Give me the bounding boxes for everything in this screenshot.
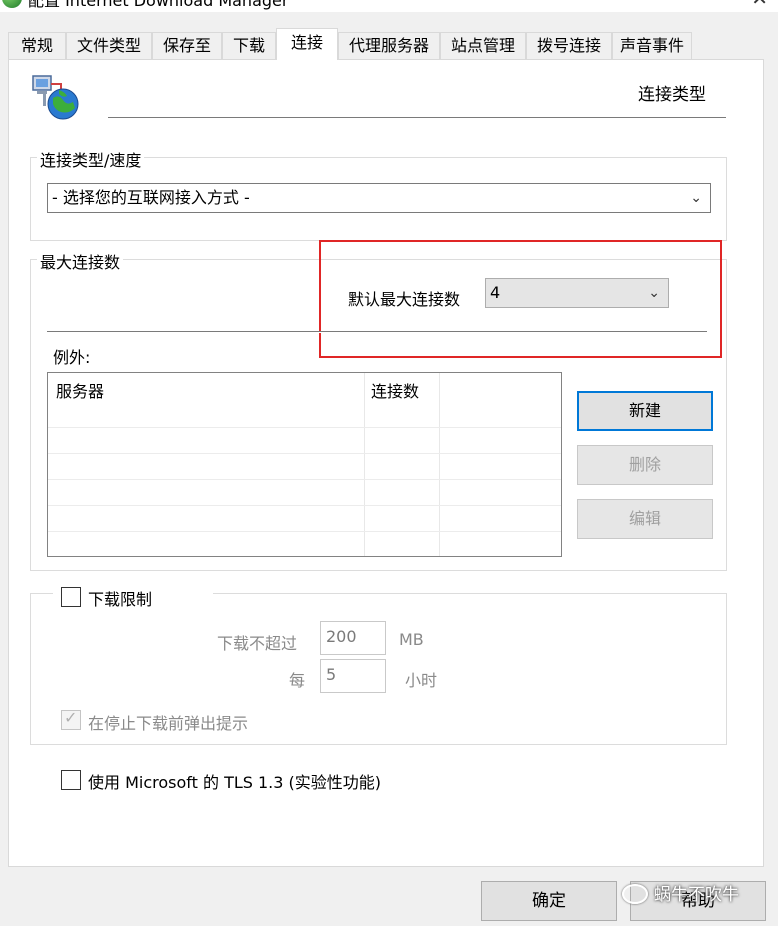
close-icon[interactable]: ✕ [751,0,768,10]
prompt-before-stop-checkbox[interactable]: ✓ [61,708,81,730]
list-grid-line [48,531,561,532]
exceptions-label: 例外: [53,348,91,367]
checkmark-icon: ✓ [64,708,78,727]
per-label: 每 [289,671,306,690]
tls13-checkbox[interactable] [61,770,81,790]
tab-site-management[interactable]: 站点管理 [440,32,526,60]
watermark-text: 蜗牛不吹牛 [654,885,739,905]
network-globe-icon [32,75,79,120]
list-grid-line [48,479,561,480]
title-bar: 配置 Internet Download Manager ✕ [0,0,778,12]
new-button[interactable]: 新建 [577,391,713,431]
tab-proxy[interactable]: 代理服务器 [338,32,440,60]
download-limit-checkbox[interactable] [61,587,81,607]
list-grid-line [48,453,561,454]
max-connections-group-label: 最大连接数 [37,249,124,273]
connection-type-group-label: 连接类型/速度 [37,147,145,171]
tab-general[interactable]: 常规 [8,32,66,60]
download-limit-label: 下载限制 [88,590,153,609]
config-dialog: 配置 Internet Download Manager ✕ 常规 文件类型 保… [0,0,778,926]
tls13-label: 使用 Microsoft 的 TLS 1.3 (实验性功能) [88,773,382,792]
delete-button[interactable]: 删除 [577,445,713,485]
window-title: 配置 Internet Download Manager [28,0,289,10]
connection-type-value: - 选择您的互联网接入方式 - [52,188,250,207]
prompt-before-stop-label: 在停止下载前弹出提示 [88,714,249,733]
list-grid-line [48,427,561,428]
chevron-down-icon: ⌄ [690,190,702,206]
tab-downloads[interactable]: 下载 [222,32,276,60]
max-download-input[interactable]: 200 [320,621,386,655]
edit-button[interactable]: 编辑 [577,499,713,539]
highlight-annotation-box [319,240,722,358]
column-header-server[interactable]: 服务器 [56,378,104,402]
column-separator [439,373,440,556]
connection-panel: 连接类型 连接类型/速度 - 选择您的互联网接入方式 - ⌄ 最大连接数 默认最… [8,59,764,867]
ok-button[interactable]: 确定 [481,881,617,921]
idm-app-icon [2,0,22,8]
per-hours-input[interactable]: 5 [320,659,386,693]
max-download-unit: MB [399,630,424,649]
max-connections-divider [47,331,707,333]
tab-dialup[interactable]: 拨号连接 [526,32,612,60]
connection-type-select[interactable]: - 选择您的互联网接入方式 - ⌄ [47,183,711,213]
tab-sound-events[interactable]: 声音事件 [612,32,692,60]
tab-save-to[interactable]: 保存至 [152,32,222,60]
max-download-label: 下载不超过 [217,634,298,653]
column-separator [364,373,365,556]
per-hours-unit: 小时 [405,671,438,690]
exceptions-list[interactable]: 服务器 连接数 [47,372,562,557]
header-divider [108,117,726,119]
list-grid-line [48,505,561,506]
watermark: 蜗牛不吹牛 [622,880,739,905]
section-title: 连接类型 [638,85,706,105]
column-header-connections[interactable]: 连接数 [371,378,419,402]
tab-connection[interactable]: 连接 [276,28,338,60]
wechat-icon [622,884,648,904]
tab-file-types[interactable]: 文件类型 [66,32,152,60]
